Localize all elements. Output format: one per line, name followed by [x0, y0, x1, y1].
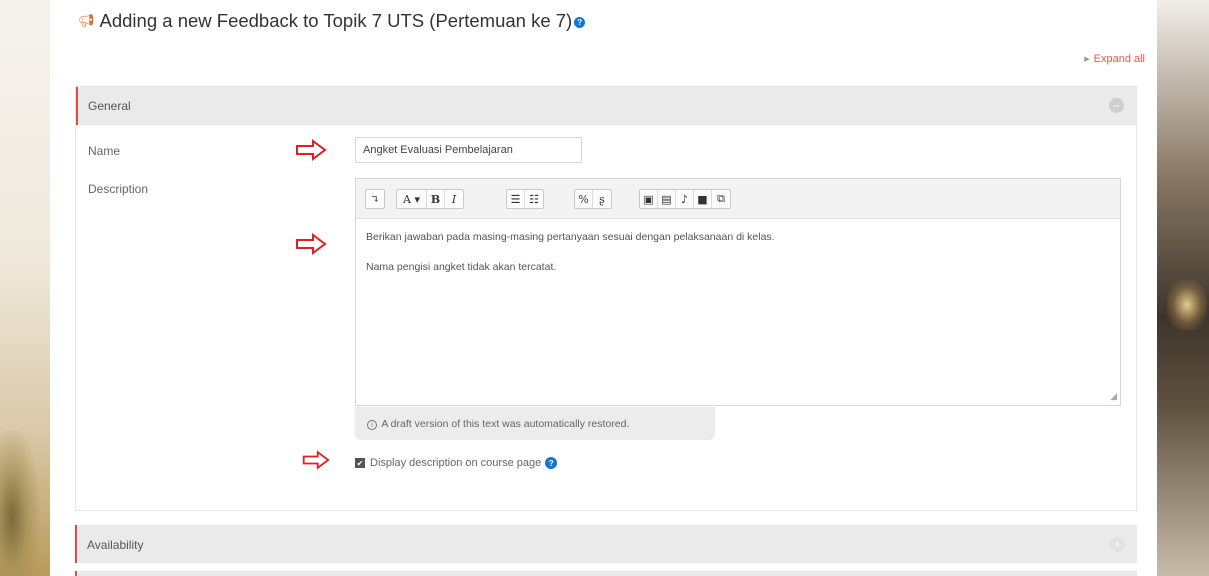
general-section-header[interactable]: General – — [76, 87, 1136, 125]
expand-all-link[interactable]: ▶ Expand all — [1084, 53, 1145, 65]
italic-icon[interactable]: I — [445, 190, 463, 208]
description-editor[interactable]: ↴ A ▾ B I ☰ ☷ % ʂ ▣ ▤ ♪ ■ ⧉ Berikan jawa… — [355, 178, 1121, 406]
arrow-pointer-icon — [296, 233, 327, 255]
expand-all-label[interactable]: Expand all — [1094, 53, 1145, 65]
toolbar-group-media: ▣ ▤ ♪ ■ ⧉ — [639, 189, 731, 209]
description-paragraph: Berikan jawaban pada masing-masing perta… — [366, 231, 775, 243]
question-circle-icon[interactable]: ? — [574, 17, 586, 28]
background-left — [0, 0, 50, 576]
resize-handle-icon[interactable]: ◢ — [1110, 391, 1117, 402]
question-circle-icon[interactable]: ? — [545, 457, 558, 469]
arrow-pointer-icon — [302, 450, 330, 470]
page-title-text: Adding a new Feedback to Topik 7 UTS (Pe… — [99, 10, 573, 31]
name-label: Name — [88, 144, 121, 158]
font-style-icon[interactable]: A ▾ — [397, 190, 427, 208]
record-audio-icon[interactable]: ♪ — [676, 190, 694, 208]
unordered-list-icon[interactable]: ☰ — [507, 190, 525, 208]
availability-section-header[interactable]: Availability + — [75, 525, 1137, 563]
availability-section-title[interactable]: Availability — [87, 538, 143, 552]
display-description-checkbox[interactable]: ✔ — [355, 458, 365, 468]
editor-content[interactable]: Berikan jawaban pada masing-masing perta… — [366, 229, 775, 289]
toolbar-group-style: A ▾ B I — [396, 189, 464, 209]
ordered-list-icon[interactable]: ☷ — [525, 190, 543, 208]
display-description-row: ✔ Display description on course page ? — [355, 457, 558, 469]
image-icon[interactable]: ▣ — [640, 190, 658, 208]
toggle-toolbar-icon[interactable]: ↴ — [366, 190, 384, 208]
toolbar-group-collapse: ↴ — [365, 189, 385, 209]
media-icon[interactable]: ▤ — [658, 190, 676, 208]
caret-right-icon: ▶ — [1084, 56, 1090, 63]
megaphone-icon: 📢︎ — [78, 13, 95, 28]
general-section-title[interactable]: General — [88, 99, 131, 113]
draft-restored-notice: i A draft version of this text was autom… — [355, 407, 715, 440]
expand-icon[interactable]: + — [1110, 537, 1125, 552]
collapse-icon[interactable]: – — [1109, 98, 1124, 113]
bold-icon[interactable]: B — [427, 190, 445, 208]
page-title: 📢︎ Adding a new Feedback to Topik 7 UTS … — [78, 10, 586, 32]
unlink-icon[interactable]: ʂ — [593, 190, 611, 208]
editor-toolbar: ↴ A ▾ B I ☰ ☷ % ʂ ▣ ▤ ♪ ■ ⧉ — [356, 179, 1120, 219]
next-section-edge — [75, 571, 1137, 576]
manage-files-icon[interactable]: ⧉ — [712, 190, 730, 208]
main-content: 📢︎ Adding a new Feedback to Topik 7 UTS … — [50, 0, 1157, 576]
name-input[interactable]: Angket Evaluasi Pembelajaran — [355, 137, 582, 163]
arrow-pointer-icon — [296, 139, 327, 161]
draft-restored-text: A draft version of this text was automat… — [381, 418, 630, 430]
record-video-icon[interactable]: ■ — [694, 190, 712, 208]
info-icon: i — [367, 420, 377, 430]
display-description-label[interactable]: Display description on course page — [370, 457, 541, 469]
general-section: General – Name Angket Evaluasi Pembelaja… — [75, 86, 1137, 511]
description-label: Description — [88, 182, 149, 196]
background-right — [1157, 0, 1209, 576]
toolbar-group-links: % ʂ — [574, 189, 612, 209]
link-icon[interactable]: % — [575, 190, 593, 208]
description-paragraph: Nama pengisi angket tidak akan tercatat. — [366, 261, 557, 273]
toolbar-group-lists: ☰ ☷ — [506, 189, 544, 209]
